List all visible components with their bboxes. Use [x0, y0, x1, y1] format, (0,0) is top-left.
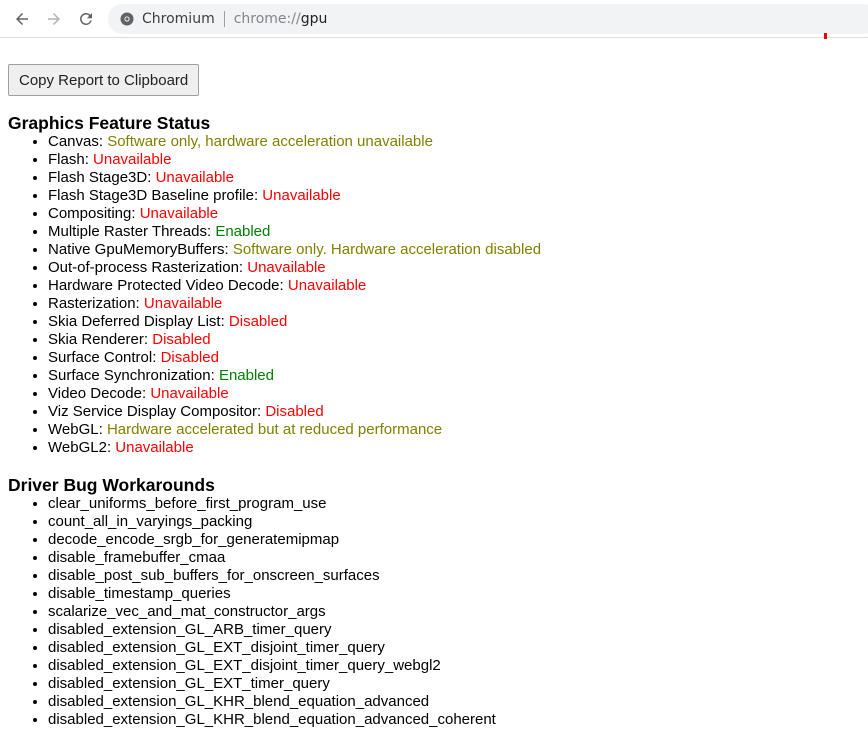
feature-status-item: Canvas: Software only, hardware accelera…	[48, 133, 541, 151]
feature-name: Out-of-process Rasterization	[48, 259, 239, 276]
feature-name: Compositing	[48, 205, 132, 222]
arrow-left-icon	[16, 13, 28, 25]
feature-status-value: Disabled	[228, 313, 288, 330]
feature-status-item: Viz Service Display Compositor: Disabled	[48, 403, 541, 421]
reload-button[interactable]	[74, 7, 98, 31]
feature-status-value: Unavailable	[139, 205, 219, 222]
feature-status-value: Unavailable	[115, 439, 194, 456]
arrow-right-icon	[48, 13, 60, 25]
feature-name: Flash Stage3D	[48, 169, 148, 186]
feature-name: Viz Service Display Compositor	[48, 403, 257, 420]
workaround-item: disabled_extension_GL_KHR_blend_equation…	[48, 711, 496, 729]
copy-report-button[interactable]: Copy Report to Clipboard	[8, 64, 200, 96]
feature-name: WebGL	[48, 421, 99, 438]
workaround-item: disabled_extension_GL_EXT_timer_query	[48, 675, 496, 693]
url-scheme: chrome://	[233, 11, 301, 27]
workaround-item: count_all_in_varyings_packing	[48, 513, 496, 531]
back-button[interactable]	[10, 7, 34, 31]
workaround-item: disable_timestamp_queries	[48, 585, 496, 603]
feature-status-item: Surface Control: Disabled	[48, 349, 541, 367]
feature-status-value: Unavailable	[93, 151, 172, 168]
url-host: gpu	[300, 11, 328, 27]
feature-status-item: Flash: Unavailable	[48, 151, 541, 169]
feature-status-value: Hardware accelerated but at reduced perf…	[106, 421, 443, 438]
feature-status-list: Canvas: Software only, hardware accelera…	[8, 133, 541, 457]
feature-status-item: Rasterization: Unavailable	[48, 295, 541, 313]
workarounds-heading: Driver Bug Workarounds	[8, 475, 215, 495]
feature-name: WebGL2	[48, 439, 107, 456]
feature-name: Video Decode	[48, 385, 142, 402]
feature-name: Skia Renderer	[48, 331, 144, 348]
feature-name: Surface Synchronization	[48, 367, 211, 384]
feature-name: Skia Deferred Display List	[48, 313, 221, 330]
feature-status-value: Software only. Hardware acceleration dis…	[232, 241, 542, 258]
workaround-item: scalarize_vec_and_mat_constructor_args	[48, 603, 496, 621]
feature-status-item: Flash Stage3D Baseline profile: Unavaila…	[48, 187, 541, 205]
workaround-item: disabled_extension_GL_KHR_blend_equation…	[48, 693, 496, 711]
feature-status-heading: Graphics Feature Status	[8, 113, 211, 133]
feature-status-value: Enabled	[218, 367, 274, 384]
feature-status-value: Unavailable	[247, 259, 326, 276]
feature-status-item: Skia Deferred Display List: Disabled	[48, 313, 541, 331]
workaround-item: disabled_extension_GL_EXT_disjoint_timer…	[48, 657, 496, 675]
feature-status-item: Surface Synchronization: Enabled	[48, 367, 541, 385]
feature-name: Hardware Protected Video Decode	[48, 277, 280, 294]
feature-name: Canvas	[48, 133, 99, 150]
address-bar[interactable]: Chromium chrome:// gpu	[108, 4, 868, 34]
feature-status-item: Flash Stage3D: Unavailable	[48, 169, 541, 187]
workaround-item: disable_post_sub_buffers_for_onscreen_su…	[48, 567, 496, 585]
feature-status-value: Disabled	[152, 331, 211, 348]
browser-toolbar: Chromium chrome:// gpu	[0, 0, 868, 38]
workaround-item: disabled_extension_GL_ARB_timer_query	[48, 621, 496, 639]
feature-status-value: Unavailable	[262, 187, 341, 204]
feature-name: Multiple Raster Threads	[48, 223, 207, 240]
feature-status-value: Enabled	[215, 223, 271, 240]
forward-button[interactable]	[42, 7, 66, 31]
feature-status-value: Disabled	[265, 403, 324, 420]
chromium-info-icon	[120, 12, 134, 26]
feature-status-item: WebGL2: Unavailable	[48, 439, 541, 457]
workaround-item: clear_uniforms_before_first_program_use	[48, 495, 496, 513]
feature-name: Surface Control	[48, 349, 153, 366]
workarounds-list: clear_uniforms_before_first_program_usec…	[8, 495, 496, 729]
feature-status-item: Skia Renderer: Disabled	[48, 331, 541, 349]
site-name: Chromium	[142, 11, 215, 27]
workaround-item: disabled_extension_GL_EXT_disjoint_timer…	[48, 639, 496, 657]
feature-status-item: Multiple Raster Threads: Enabled	[48, 223, 541, 241]
feature-status-value: Unavailable	[150, 385, 229, 402]
feature-name: Rasterization	[48, 295, 136, 312]
feature-status-item: Compositing: Unavailable	[48, 205, 541, 223]
feature-status-item: Video Decode: Unavailable	[48, 385, 541, 403]
feature-status-item: Hardware Protected Video Decode: Unavail…	[48, 277, 541, 295]
feature-name: Flash	[48, 151, 85, 168]
feature-status-item: Out-of-process Rasterization: Unavailabl…	[48, 259, 541, 277]
feature-status-value: Unavailable	[287, 277, 367, 294]
extension-indicator	[824, 33, 827, 39]
feature-status-value: Unavailable	[155, 169, 234, 186]
omnibox-divider	[223, 11, 225, 27]
reload-icon	[79, 12, 92, 25]
feature-status-item: Native GpuMemoryBuffers: Software only. …	[48, 241, 541, 259]
feature-status-value: Software only, hardware acceleration una…	[107, 133, 433, 150]
feature-status-value: Disabled	[160, 349, 219, 366]
feature-status-value: Unavailable	[143, 295, 223, 312]
feature-name: Native GpuMemoryBuffers	[48, 241, 225, 258]
feature-name: Flash Stage3D Baseline profile	[48, 187, 254, 204]
workaround-item: decode_encode_srgb_for_generatemipmap	[48, 531, 496, 549]
feature-status-item: WebGL: Hardware accelerated but at reduc…	[48, 421, 541, 439]
workaround-item: disable_framebuffer_cmaa	[48, 549, 496, 567]
